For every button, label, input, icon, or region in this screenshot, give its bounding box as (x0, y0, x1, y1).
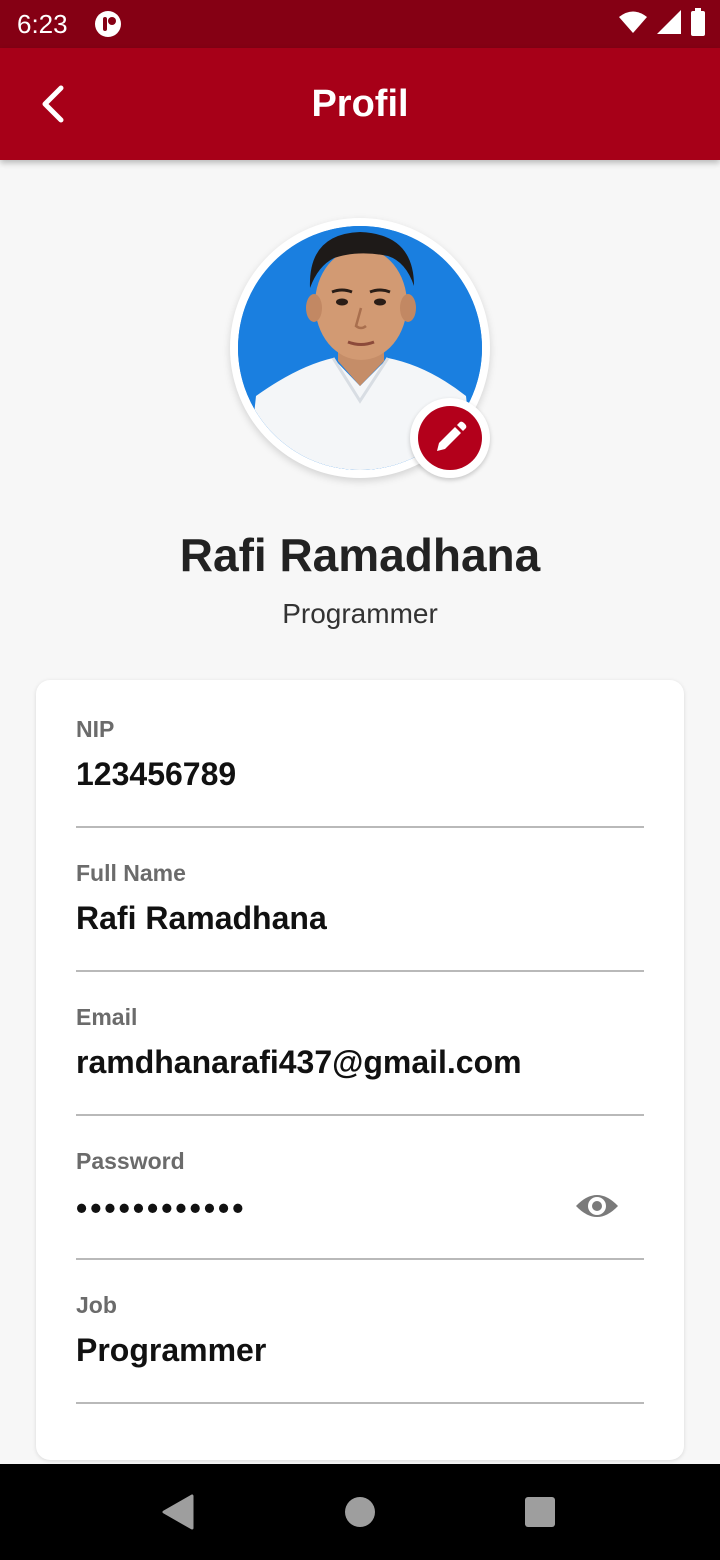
toggle-password-visibility-button[interactable] (572, 1186, 622, 1226)
notification-app-icon (94, 10, 122, 38)
app-bar: Profil (0, 48, 720, 160)
job-label: Job (76, 1292, 117, 1318)
email-label: Email (76, 1004, 138, 1030)
eye-icon (576, 1195, 618, 1217)
nip-value[interactable]: 123456789 (76, 756, 236, 793)
password-value[interactable]: •••••••••••• (76, 1190, 246, 1227)
full-name-value[interactable]: Rafi Ramadhana (76, 900, 327, 937)
profile-name: Rafi Ramadhana (179, 529, 541, 581)
signal-icon (656, 9, 682, 40)
profile-info-card: NIP 123456789 Full Name Rafi Ramadhana E… (36, 680, 684, 1460)
profile-job: Programmer (282, 598, 438, 629)
pencil-icon (437, 421, 467, 451)
system-nav-bar (0, 1464, 720, 1560)
job-value[interactable]: Programmer (76, 1332, 266, 1369)
page-title: Profil (311, 83, 409, 125)
battery-icon (690, 7, 706, 41)
nav-recents-icon[interactable] (524, 1496, 556, 1533)
wifi-icon (618, 10, 648, 39)
nip-label: NIP (76, 716, 115, 742)
edit-photo-circle (418, 406, 482, 470)
status-time: 6:23 (17, 9, 68, 39)
nav-back-icon[interactable] (158, 1492, 194, 1537)
job-field[interactable]: Job Programmer (76, 1292, 644, 1404)
nip-field[interactable]: NIP 123456789 (76, 716, 644, 828)
password-label: Password (76, 1148, 185, 1174)
full-name-field[interactable]: Full Name Rafi Ramadhana (76, 860, 644, 972)
status-bar: 6:23 (0, 0, 720, 48)
email-value[interactable]: ramdhanarafi437@gmail.com (76, 1044, 522, 1081)
status-icons (618, 7, 706, 41)
nav-home-icon[interactable] (344, 1496, 376, 1533)
email-field[interactable]: Email ramdhanarafi437@gmail.com (76, 1004, 644, 1116)
password-field[interactable]: Password •••••••••••• (76, 1148, 644, 1260)
edit-photo-button[interactable] (410, 398, 490, 478)
full-name-label: Full Name (76, 860, 186, 886)
